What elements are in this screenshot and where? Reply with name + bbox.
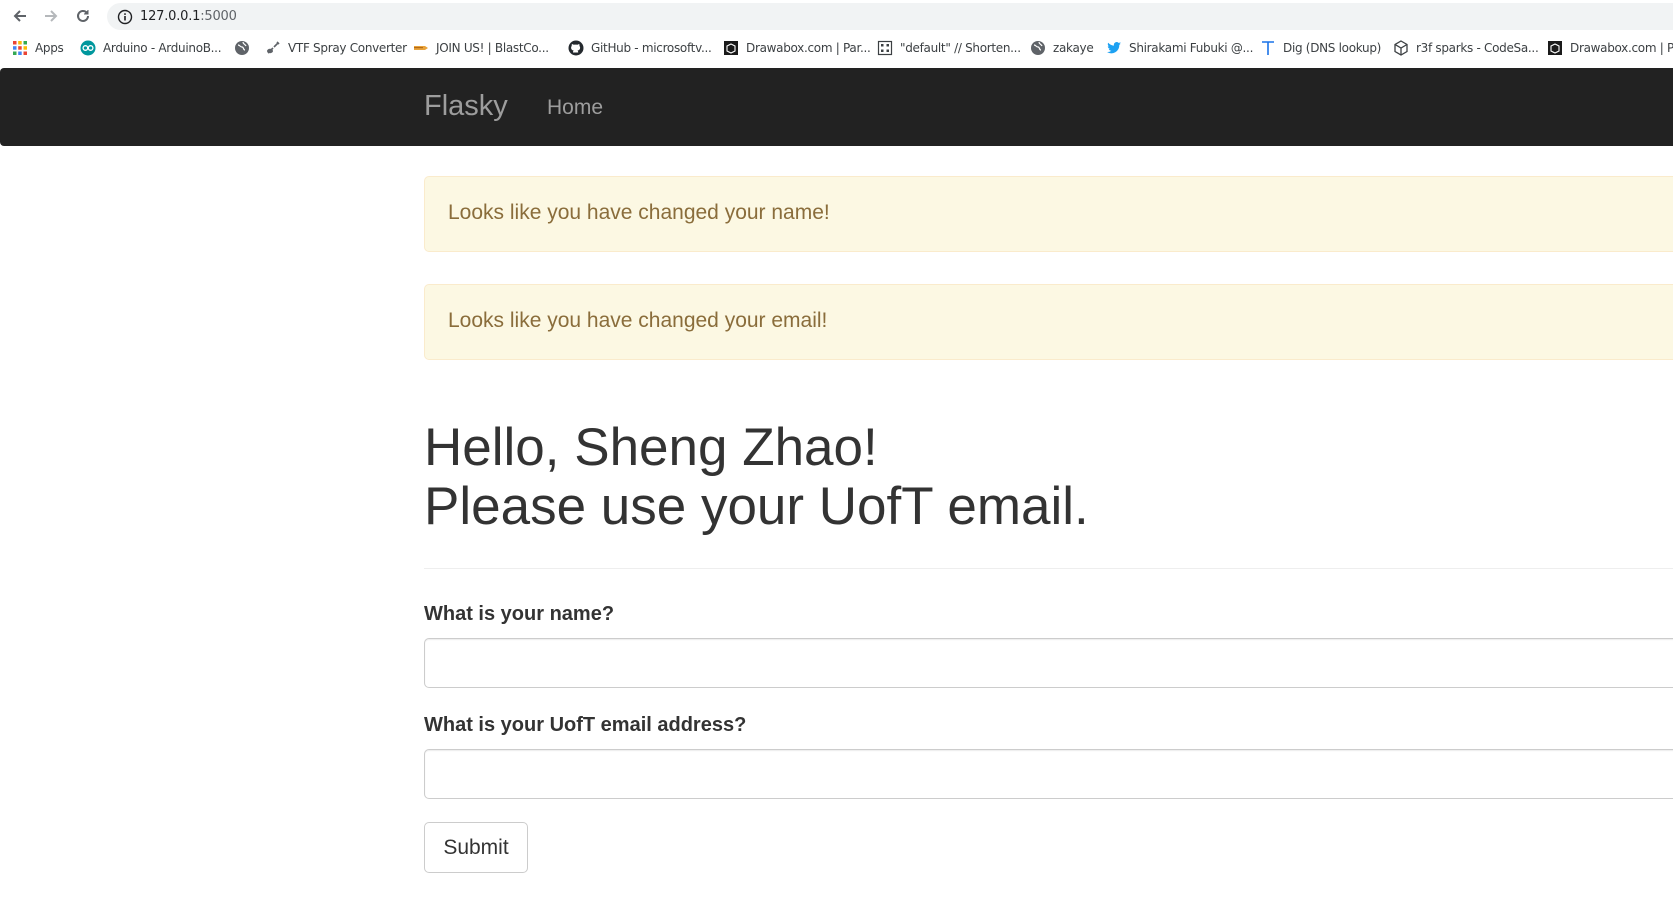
email-label: What is your UofT email address? xyxy=(424,714,747,736)
email-input[interactable] xyxy=(424,749,1673,799)
bookmark-label: Shirakami Fubuki @... xyxy=(1129,41,1254,55)
submit-button[interactable]: Submit xyxy=(424,822,528,873)
back-button[interactable] xyxy=(9,5,31,27)
browser-toolbar: 127.0.0.1:5000 xyxy=(0,0,1673,32)
bookmark-github[interactable]: GitHub - microsoftv... xyxy=(568,38,712,58)
email-hint-heading: Please use your UofT email. xyxy=(424,477,1089,536)
bookmark-label: zakaye xyxy=(1053,41,1094,55)
bookmark-shorten[interactable]: "default" // Shorten... xyxy=(877,38,1021,58)
bookmark-drawabox-2[interactable]: Drawabox.com | Par xyxy=(1547,38,1673,58)
back-arrow-icon xyxy=(13,10,26,22)
bookmark-drawabox[interactable]: Drawabox.com | Par... xyxy=(723,38,871,58)
bookmark-dig-dns[interactable]: Dig (DNS lookup) xyxy=(1260,38,1381,58)
url-host: 127.0.0.1 xyxy=(140,9,201,24)
bookmark-shirakami-fubuki[interactable]: Shirakami Fubuki @... xyxy=(1106,38,1253,58)
navbar: Flasky Home xyxy=(0,68,1673,146)
reload-button[interactable] xyxy=(72,5,94,27)
bookmark-label: Drawabox.com | Par... xyxy=(746,41,871,55)
reload-icon xyxy=(77,9,89,22)
arduino-icon xyxy=(80,40,96,56)
header-divider xyxy=(424,568,1673,569)
url-port: :5000 xyxy=(200,9,237,24)
bookmark-label: Apps xyxy=(35,41,64,55)
navbar-brand[interactable]: Flasky xyxy=(424,90,508,123)
bookmark-label: Arduino - ArduinoB... xyxy=(103,41,222,55)
forward-button[interactable] xyxy=(40,5,62,27)
bookmark-blastco[interactable]: JOIN US! | BlastCo... xyxy=(413,38,549,58)
nav-link-home[interactable]: Home xyxy=(547,96,603,120)
bookmark-label: GitHub - microsoftv... xyxy=(591,41,712,55)
url-text: 127.0.0.1:5000 xyxy=(140,9,237,24)
t-letter-icon xyxy=(1262,41,1274,55)
codesandbox-icon xyxy=(1394,40,1408,56)
bookmark-label: VTF Spray Converter xyxy=(288,41,407,55)
alert-message: Looks like you have changed your email! xyxy=(448,309,828,332)
flash-alert-email-changed: Looks like you have changed your email! xyxy=(424,284,1673,360)
drawabox-icon xyxy=(724,41,738,55)
page-header: Hello, Sheng Zhao! Please use your UofT … xyxy=(424,418,1673,536)
name-label: What is your name? xyxy=(424,603,615,625)
drawabox-icon xyxy=(1548,41,1562,55)
blastco-icon xyxy=(414,46,428,50)
bookmark-globe[interactable] xyxy=(234,38,250,58)
apps-grid-icon xyxy=(13,41,27,55)
bookmark-label: Dig (DNS lookup) xyxy=(1283,41,1382,55)
guitar-icon xyxy=(267,41,280,54)
github-icon xyxy=(568,40,584,56)
bookmark-vtf-spray-converter[interactable]: VTF Spray Converter xyxy=(265,38,407,58)
bookmark-apps[interactable]: Apps xyxy=(12,38,64,58)
globe-icon xyxy=(235,41,249,55)
bookmark-r3f-sparks[interactable]: r3f sparks - CodeSa... xyxy=(1393,38,1539,58)
bookmarks-bar: Apps Arduino - ArduinoB... VTF Spray Con… xyxy=(0,35,1673,63)
bookmark-label: r3f sparks - CodeSa... xyxy=(1416,41,1539,55)
bookmark-arduino[interactable]: Arduino - ArduinoB... xyxy=(80,38,222,58)
address-bar[interactable]: 127.0.0.1:5000 xyxy=(107,3,1673,30)
shorten-icon xyxy=(877,40,893,56)
name-input[interactable] xyxy=(424,638,1673,688)
flash-alert-name-changed: Looks like you have changed your name! xyxy=(424,176,1673,252)
info-icon[interactable] xyxy=(117,9,133,25)
bookmark-label: Drawabox.com | Par xyxy=(1570,41,1673,55)
bookmark-label: JOIN US! | BlastCo... xyxy=(436,41,549,55)
greeting-heading: Hello, Sheng Zhao! xyxy=(424,418,878,477)
bookmark-label: "default" // Shorten... xyxy=(900,41,1021,55)
alert-message: Looks like you have changed your name! xyxy=(448,201,830,224)
globe-icon xyxy=(1031,41,1045,55)
twitter-icon xyxy=(1107,42,1121,54)
forward-arrow-icon xyxy=(45,10,58,22)
bookmark-zakaye[interactable]: zakaye xyxy=(1030,38,1094,58)
